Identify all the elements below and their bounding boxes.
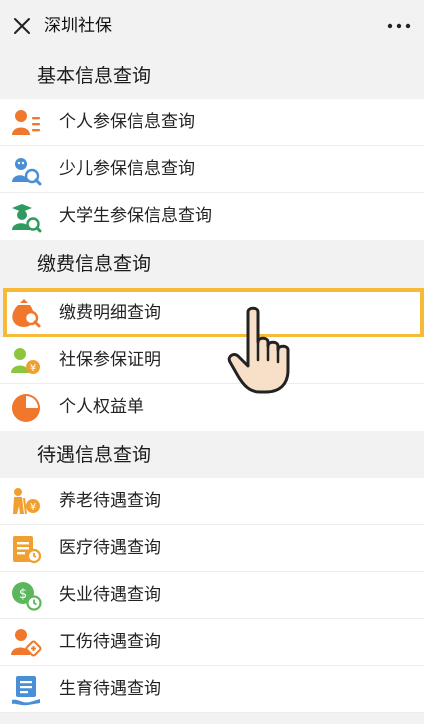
menu-item-label: 大学生参保信息查询 xyxy=(59,206,212,226)
menu-item-label: 缴费明细查询 xyxy=(59,303,161,323)
menu-item-child-insurance[interactable]: 少儿参保信息查询 xyxy=(0,146,424,193)
child-search-icon xyxy=(12,158,42,186)
menu-item-label: 社保参保证明 xyxy=(59,350,161,370)
svg-text:$: $ xyxy=(19,587,27,602)
menu-item-personal-insurance[interactable]: 个人参保信息查询 xyxy=(0,99,424,146)
menu-item-unemployment-benefits[interactable]: $ 失业待遇查询 xyxy=(0,572,424,619)
section-title: 缴费信息查询 xyxy=(37,253,152,275)
hand-pointer-icon xyxy=(227,306,290,394)
more-icon[interactable] xyxy=(384,14,414,38)
menu-item-medical-benefits[interactable]: 医疗待遇查询 xyxy=(0,525,424,572)
document-hand-icon xyxy=(12,676,40,706)
menu-item-label: 医疗待遇查询 xyxy=(59,538,161,558)
person-yuan-icon: ¥ xyxy=(11,348,40,374)
menu-item-label: 个人参保信息查询 xyxy=(59,112,195,132)
menu-item-label: 失业待遇查询 xyxy=(59,585,161,605)
page-title: 深圳社保 xyxy=(44,16,112,36)
section-title: 待遇信息查询 xyxy=(37,444,152,466)
injury-person-icon xyxy=(11,629,42,657)
menu-item-injury-benefits[interactable]: 工伤待遇查询 xyxy=(0,619,424,666)
pie-chart-icon xyxy=(12,394,40,422)
money-clock-icon: $ xyxy=(12,582,42,611)
section-header-basic-info: 基本信息查询 xyxy=(0,52,424,99)
menu-item-label: 个人权益单 xyxy=(59,397,144,417)
menu-item-label: 工伤待遇查询 xyxy=(59,632,161,652)
menu-item-student-insurance[interactable]: 大学生参保信息查询 xyxy=(0,193,424,240)
section-title: 基本信息查询 xyxy=(37,65,152,87)
menu-item-insurance-certificate[interactable]: ¥ 社保参保证明 xyxy=(0,337,424,384)
money-bag-search-icon xyxy=(12,299,41,328)
menu-item-maternity-benefits[interactable]: 生育待遇查询 xyxy=(0,666,424,713)
menu-item-personal-rights[interactable]: 个人权益单 xyxy=(0,384,424,431)
svg-text:¥: ¥ xyxy=(30,502,36,513)
menu-item-label: 少儿参保信息查询 xyxy=(59,159,195,179)
svg-text:¥: ¥ xyxy=(30,363,36,374)
medical-record-icon xyxy=(13,536,42,564)
title-bar: 深圳社保 xyxy=(0,0,424,53)
close-icon[interactable] xyxy=(12,16,32,36)
menu-item-label: 养老待遇查询 xyxy=(59,491,161,511)
menu-item-pension-benefits[interactable]: ¥ 养老待遇查询 xyxy=(0,478,424,525)
person-list-icon xyxy=(12,110,40,135)
graduate-search-icon xyxy=(12,204,42,233)
menu-item-label: 生育待遇查询 xyxy=(59,679,161,699)
section-header-payment-info: 缴费信息查询 xyxy=(0,240,424,287)
menu-item-payment-details[interactable]: 缴费明细查询 xyxy=(7,292,420,334)
elderly-yuan-icon: ¥ xyxy=(13,488,40,515)
section-header-benefits-info: 待遇信息查询 xyxy=(0,431,424,478)
